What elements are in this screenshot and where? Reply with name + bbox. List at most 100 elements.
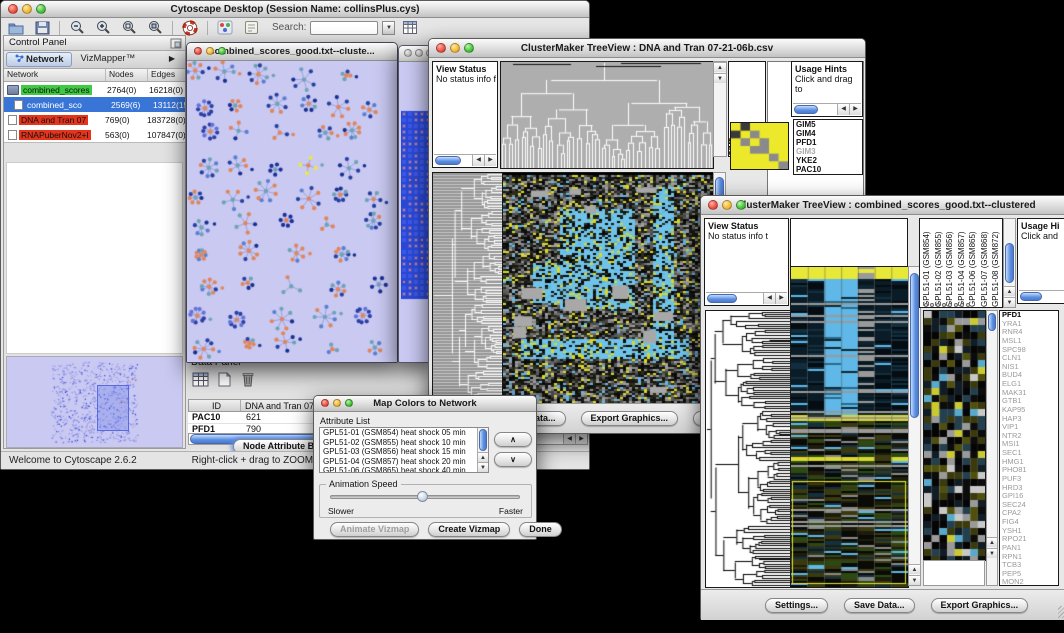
dialog-button[interactable]: Done [519, 522, 562, 537]
overview-canvas[interactable] [7, 357, 182, 447]
attribute-list-item[interactable]: GPL51-03 (GSM856) heat shock 15 min [320, 447, 477, 457]
network-table-row[interactable]: DNA and Tran 07 769(0) 183728(0) [4, 112, 185, 127]
minimize-button[interactable] [450, 43, 460, 53]
slider-thumb[interactable] [417, 491, 428, 502]
zoom-in-icon[interactable] [92, 20, 114, 36]
scroll-down-arrow[interactable]: ▼ [1004, 297, 1015, 307]
treeview-action-button[interactable]: Settings... [765, 598, 828, 613]
scroll-up-arrow[interactable]: ▲ [714, 62, 726, 72]
network-overview-panel[interactable] [6, 356, 183, 448]
tv2-zoom-heatmap-canvas[interactable] [923, 310, 986, 561]
zoom-window-button[interactable] [345, 399, 353, 407]
gene-label[interactable]: GIM4 [794, 129, 862, 138]
float-panel-icon[interactable] [169, 37, 183, 49]
gene-label[interactable]: GIM3 [794, 147, 862, 156]
gene-label[interactable]: MON2 [1000, 578, 1058, 586]
minimize-button[interactable] [415, 49, 423, 57]
zoom-window-button[interactable] [36, 4, 46, 14]
attribute-list[interactable]: GPL51-01 (GSM854) heat shock 05 minGPL51… [319, 427, 489, 473]
scroll-left-arrow[interactable]: ◀ [563, 434, 575, 444]
treeview-action-button[interactable]: Save Data... [844, 598, 915, 613]
gene-label[interactable]: YKE2 [794, 156, 862, 165]
minimize-button[interactable] [206, 47, 214, 55]
tv2-label-vscrollbar[interactable]: ▲ ▼ [1003, 218, 1016, 308]
tv2-status-hscrollbar[interactable]: ◀ ▶ [706, 292, 787, 304]
resize-grip[interactable] [1058, 606, 1064, 618]
minimize-button[interactable] [722, 200, 732, 210]
attribute-table-icon[interactable] [399, 20, 421, 36]
minimize-button[interactable] [333, 399, 341, 407]
scroll-up-arrow[interactable]: ▲ [478, 452, 488, 462]
scroll-right-arrow[interactable]: ▶ [775, 293, 787, 304]
help-lifering-icon[interactable] [179, 20, 201, 36]
network-table-row[interactable]: RNAPuberNov2+I 563(0) 107847(0) [4, 127, 185, 142]
tv1-usage-hscrollbar[interactable]: ◀ ▶ [793, 103, 861, 115]
scroll-thumb[interactable] [1005, 243, 1014, 283]
scroll-down-arrow[interactable]: ▼ [714, 73, 726, 83]
dialog-button[interactable]: Animate Vizmap [330, 522, 419, 537]
table-view-icon[interactable] [191, 371, 209, 387]
tv1-col-dendrogram-canvas[interactable] [500, 61, 714, 169]
tv1-legend-heatmap-canvas[interactable] [730, 122, 789, 170]
close-button[interactable] [321, 399, 329, 407]
gene-label[interactable]: PFD1 [794, 138, 862, 147]
scroll-down-arrow[interactable]: ▼ [909, 575, 920, 585]
tv2-heatmap-vscrollbar[interactable]: ▲ ▼ [908, 266, 921, 586]
scroll-right-arrow[interactable]: ▶ [484, 155, 496, 166]
treeview-action-button[interactable]: Export Graphics... [931, 598, 1029, 613]
scroll-thumb[interactable] [1020, 292, 1042, 301]
scroll-left-arrow[interactable]: ◀ [472, 155, 484, 166]
network-canvas[interactable] [187, 61, 397, 362]
tv2-row-dendrogram-canvas[interactable] [705, 310, 791, 588]
close-button[interactable] [8, 4, 18, 14]
zoom-out-icon[interactable] [66, 20, 88, 36]
close-button[interactable] [194, 47, 202, 55]
tv2-heatmap-canvas[interactable] [790, 266, 909, 588]
tab-network[interactable]: Network [6, 52, 72, 67]
dense-network-canvas[interactable] [401, 109, 431, 301]
scroll-up-arrow[interactable]: ▲ [1004, 286, 1015, 296]
vizmapper-nodes-icon[interactable] [214, 20, 236, 36]
new-attribute-icon[interactable] [216, 371, 232, 387]
overview-viewport-rect[interactable] [97, 385, 129, 431]
treeview-action-button[interactable]: Export Graphics... [581, 411, 679, 426]
search-input[interactable] [310, 21, 378, 35]
tab-vizmapper[interactable]: VizMapper™ [72, 52, 143, 67]
network-table-row[interactable]: combined_scores 2764(0) 16218(0) [4, 82, 185, 97]
scroll-up-arrow[interactable]: ▲ [909, 564, 920, 574]
tab-overflow-arrow[interactable]: ▶ [161, 52, 183, 67]
scroll-thumb[interactable] [435, 156, 461, 165]
zoom-window-button[interactable] [464, 43, 474, 53]
close-button[interactable] [436, 43, 446, 53]
gene-label[interactable]: GIM5 [794, 120, 862, 129]
scroll-thumb[interactable] [988, 313, 996, 331]
zoom-window-button[interactable] [218, 47, 226, 55]
minimize-button[interactable] [22, 4, 32, 14]
scroll-thumb[interactable] [910, 273, 919, 418]
scroll-down-arrow[interactable]: ▼ [478, 462, 488, 472]
zoom-selected-icon[interactable] [144, 20, 166, 36]
tv1-label-scroll-strip[interactable]: ▲ ▼ [713, 61, 727, 157]
open-file-icon[interactable] [5, 20, 27, 36]
annotation-icon[interactable] [240, 20, 262, 36]
scroll-thumb[interactable] [707, 294, 737, 303]
zoom-window-button[interactable] [736, 200, 746, 210]
delete-attribute-trash-icon[interactable] [239, 371, 257, 387]
attribute-list-item[interactable]: GPL51-02 (GSM855) heat shock 10 min [320, 438, 477, 448]
scroll-thumb[interactable] [794, 105, 818, 114]
scroll-left-arrow[interactable]: ◀ [837, 104, 849, 115]
gene-label[interactable]: PAC10 [794, 165, 862, 174]
tv1-status-hscrollbar[interactable]: ◀ ▶ [434, 154, 496, 166]
scroll-up-arrow[interactable]: ▲ [987, 537, 997, 547]
save-icon[interactable] [31, 20, 53, 36]
scroll-down-arrow[interactable]: ▼ [987, 548, 997, 558]
close-button[interactable] [708, 200, 718, 210]
network-table-row[interactable]: combined_sco 2569(6) 13112(15) [4, 97, 185, 112]
scroll-thumb[interactable] [479, 429, 487, 451]
tv2-gene-vscrollbar[interactable]: ▲ ▼ [986, 310, 998, 586]
attribute-list-item[interactable]: GPL51-04 (GSM857) heat shock 20 min [320, 457, 477, 467]
tv1-row-dendrogram-canvas[interactable] [432, 172, 503, 404]
close-button[interactable] [404, 49, 412, 57]
tv2-usage-hscrollbar[interactable] [1019, 290, 1064, 302]
move-down-button[interactable]: ∨ [494, 452, 532, 467]
